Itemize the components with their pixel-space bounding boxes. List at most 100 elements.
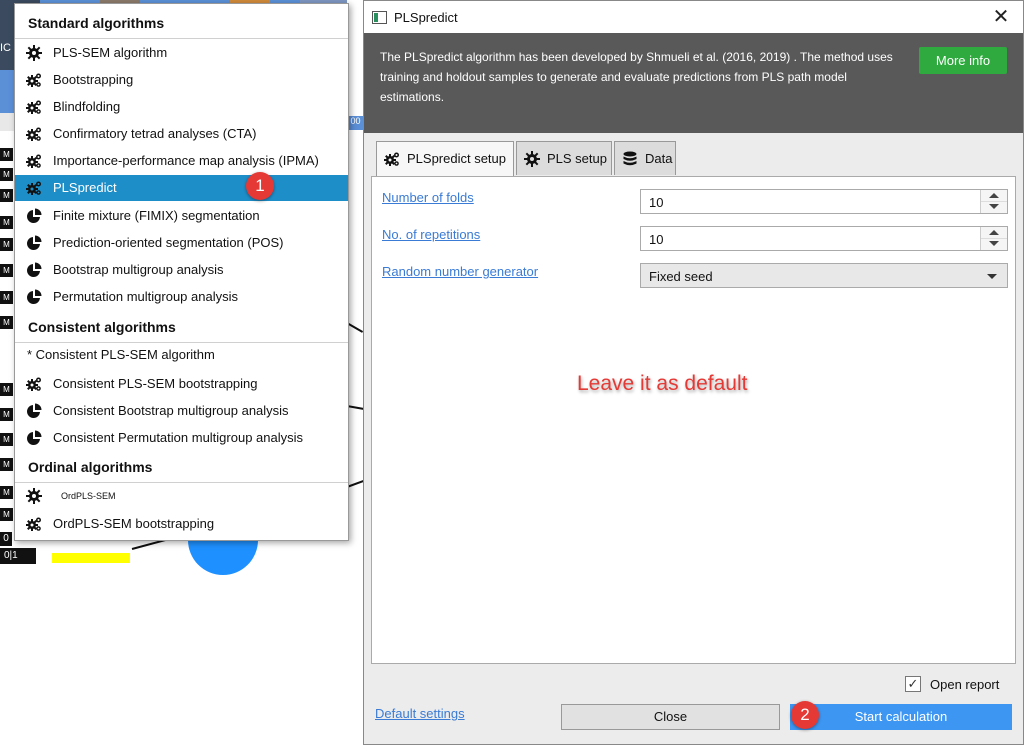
menu-item-consistent-bootstrap-mga[interactable]: Consistent Bootstrap multigroup analysis (15, 398, 348, 424)
menu-item-label: PLS-SEM algorithm (53, 45, 168, 60)
number-of-folds-spinner[interactable]: 10 (640, 189, 1008, 214)
background-mini-box: M (0, 189, 13, 202)
menu-item-label: Consistent Bootstrap multigroup analysis (53, 403, 289, 418)
dialog-title: PLSpredict (394, 10, 458, 25)
menu-item-ordpls-sem[interactable]: OrdPLS-SEM (15, 483, 348, 509)
background-mini-box: M (0, 383, 13, 396)
menu-item-label: * Consistent PLS-SEM algorithm (27, 347, 215, 362)
increment-arrow-icon[interactable] (989, 193, 999, 198)
step-badge-2: 2 (791, 701, 819, 729)
tab-data[interactable]: Data (614, 141, 676, 175)
pie-chart-icon (27, 208, 42, 223)
spinner-arrows[interactable] (980, 190, 1007, 213)
select-value: Fixed seed (649, 269, 713, 284)
menu-item-blindfolding[interactable]: Blindfolding (15, 94, 348, 120)
tab-label: PLSpredict setup (407, 151, 507, 166)
spinner-value: 10 (649, 232, 664, 247)
menu-section-consistent: Consistent algorithms (28, 319, 176, 335)
gears-icon (26, 154, 41, 168)
menu-item-plspredict[interactable]: PLSpredict (15, 175, 348, 201)
menu-item-label: Blindfolding (53, 99, 121, 114)
menu-item-ipma[interactable]: Importance-performance map analysis (IPM… (15, 148, 348, 174)
menu-item-label: Prediction-oriented segmentation (POS) (53, 235, 284, 250)
menu-item-consistent-permutation-mga[interactable]: Consistent Permutation multigroup analys… (15, 425, 348, 451)
window-icon (372, 11, 387, 24)
plspredict-dialog: PLSpredict ✕ The PLSpredict algorithm ha… (363, 0, 1024, 745)
tab-label: PLS setup (547, 151, 607, 166)
start-calculation-button[interactable]: Start calculation (790, 704, 1012, 730)
menu-item-label: Bootstrap multigroup analysis (53, 262, 224, 277)
pie-chart-icon (27, 289, 42, 304)
default-settings-link[interactable]: Default settings (375, 706, 465, 721)
number-of-folds-label[interactable]: Number of folds (382, 190, 474, 205)
close-icon[interactable]: ✕ (989, 6, 1013, 28)
database-icon (623, 151, 637, 166)
number-of-repetitions-spinner[interactable]: 10 (640, 226, 1008, 251)
setup-panel: Number of folds 10 No. of repetitions 10… (371, 176, 1016, 664)
background-mini-box: M (0, 168, 13, 181)
open-report-label: Open report (930, 677, 1000, 692)
background-mini-box: M (0, 216, 13, 229)
menu-item-cta[interactable]: Confirmatory tetrad analyses (CTA) (15, 121, 348, 147)
background-zero-one-box: 0|1 (0, 548, 36, 564)
pie-chart-icon (27, 235, 42, 250)
background-mini-box: M (0, 264, 13, 277)
decrement-arrow-icon[interactable] (989, 204, 999, 209)
random-number-generator-select[interactable]: Fixed seed (640, 263, 1008, 288)
gear-icon (26, 488, 42, 504)
number-of-repetitions-label[interactable]: No. of repetitions (382, 227, 480, 242)
background-mini-box: M (0, 408, 13, 421)
menu-item-label: Bootstrapping (53, 72, 134, 87)
chevron-down-icon (987, 274, 997, 279)
gear-icon (524, 151, 540, 167)
background-edge-label: 00 (347, 116, 364, 130)
pie-chart-icon (27, 403, 42, 418)
background-right-edge: 00 (346, 0, 365, 560)
menu-item-fimix[interactable]: Finite mixture (FIMIX) segmentation (15, 203, 348, 229)
menu-item-bootstrapping[interactable]: Bootstrapping (15, 67, 348, 93)
gears-icon (26, 181, 41, 195)
menu-item-label: Finite mixture (FIMIX) segmentation (53, 208, 260, 223)
gears-icon (26, 73, 41, 87)
background-mini-box: M (0, 458, 13, 471)
menu-item-permutation-mga[interactable]: Permutation multigroup analysis (15, 284, 348, 310)
menu-item-pos[interactable]: Prediction-oriented segmentation (POS) (15, 230, 348, 256)
tab-plspredict-setup[interactable]: PLSpredict setup (376, 141, 514, 177)
menu-item-label: Permutation multigroup analysis (53, 289, 238, 304)
menu-item-pls-sem-algorithm[interactable]: PLS-SEM algorithm (15, 40, 348, 66)
menu-item-consistent-bootstrapping[interactable]: Consistent PLS-SEM bootstrapping (15, 371, 348, 397)
close-button[interactable]: Close (561, 704, 780, 730)
description-panel: The PLSpredict algorithm has been develo… (364, 33, 1023, 133)
spinner-value: 10 (649, 195, 664, 210)
background-edge-label: IC (0, 42, 11, 54)
decrement-arrow-icon[interactable] (989, 241, 999, 246)
menu-item-consistent-pls-sem[interactable]: * Consistent PLS-SEM algorithm (15, 342, 348, 368)
spinner-divider (981, 238, 1007, 239)
background-mini-box: M (0, 433, 13, 446)
spinner-arrows[interactable] (980, 227, 1007, 250)
menu-item-label: OrdPLS-SEM (61, 491, 116, 501)
tab-pls-setup[interactable]: PLS setup (516, 141, 612, 175)
gears-icon (26, 517, 41, 531)
gears-icon (384, 152, 399, 166)
spinner-divider (981, 201, 1007, 202)
dialog-titlebar: PLSpredict ✕ (364, 1, 1023, 33)
background-mini-box: M (0, 291, 13, 304)
pie-chart-icon (27, 430, 42, 445)
more-info-button[interactable]: More info (919, 47, 1007, 74)
random-number-generator-label[interactable]: Random number generator (382, 264, 538, 279)
gears-icon (26, 127, 41, 141)
menu-section-standard: Standard algorithms (28, 15, 165, 31)
open-report-checkbox[interactable]: ✓ (905, 676, 921, 692)
menu-item-ordpls-sem-bootstrapping[interactable]: OrdPLS-SEM bootstrapping (15, 511, 348, 537)
background-zero-box: 0 (0, 532, 12, 546)
pie-chart-icon (27, 262, 42, 277)
background-mini-box: M (0, 316, 13, 329)
annotation-text: Leave it as default (577, 372, 748, 395)
menu-item-bootstrap-mga[interactable]: Bootstrap multigroup analysis (15, 257, 348, 283)
menu-section-ordinal: Ordinal algorithms (28, 459, 153, 475)
increment-arrow-icon[interactable] (989, 230, 999, 235)
algorithm-description: The PLSpredict algorithm has been develo… (380, 50, 893, 104)
background-path-line (346, 479, 365, 488)
menu-item-label: Confirmatory tetrad analyses (CTA) (53, 126, 257, 141)
